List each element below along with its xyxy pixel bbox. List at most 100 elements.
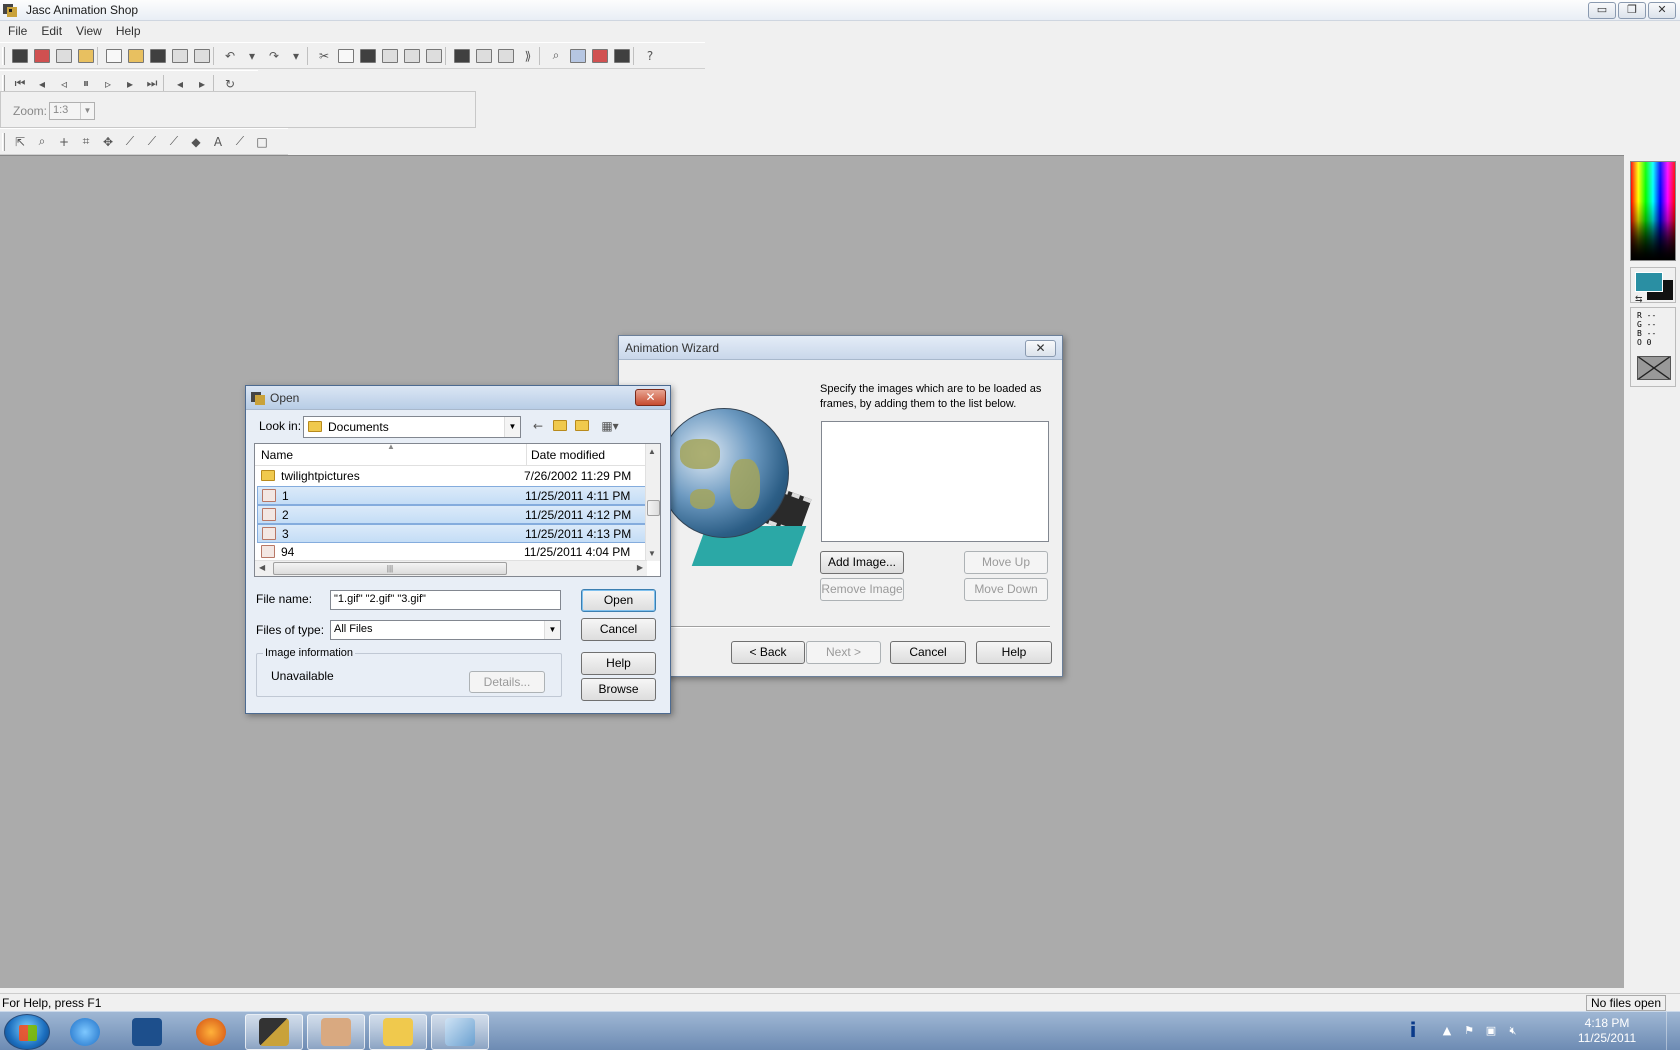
swap-colors-icon[interactable]: ⇆: [1635, 294, 1643, 305]
eraser-icon[interactable]: ⟋: [163, 131, 185, 153]
back-arrow-icon[interactable]: ←: [528, 417, 548, 435]
redo-icon[interactable]: ↷: [263, 45, 285, 67]
explorer-task[interactable]: [369, 1014, 427, 1050]
wizard-help-button[interactable]: Help: [976, 641, 1052, 664]
scroll-left-icon[interactable]: ◀: [259, 563, 265, 572]
flood-fill-icon[interactable]: ◆: [185, 131, 207, 153]
chevron-down-icon[interactable]: ▼: [504, 417, 520, 437]
browse-button[interactable]: Browse: [581, 678, 656, 701]
chevron-down-icon[interactable]: ▼: [80, 103, 94, 119]
open-file-icon[interactable]: [125, 45, 147, 67]
animation-wizard-icon[interactable]: [9, 45, 31, 67]
undo-dropdown-icon[interactable]: ▾: [241, 45, 263, 67]
show-desktop-button[interactable]: [1666, 1012, 1680, 1050]
menu-file[interactable]: File: [8, 24, 27, 38]
volume-muted-icon[interactable]: 🔇︎: [1506, 1024, 1520, 1038]
checkmark-app-task[interactable]: [118, 1014, 176, 1050]
film-strip-icon[interactable]: [611, 45, 633, 67]
duplicate-frames-icon[interactable]: [495, 45, 517, 67]
frame-counter-icon[interactable]: [567, 45, 589, 67]
file-list[interactable]: ▲ Name Date modified twilightpictures 7/…: [254, 443, 661, 577]
context-help-icon[interactable]: ?: [639, 45, 661, 67]
wizard-close-button[interactable]: ✕: [1025, 340, 1056, 357]
network-icon[interactable]: ▣: [1484, 1024, 1498, 1038]
paste-before-icon[interactable]: [401, 45, 423, 67]
new-folder-icon[interactable]: [572, 417, 592, 435]
zoom-tool-icon[interactable]: ⌕: [545, 45, 567, 67]
preview-icon[interactable]: [75, 45, 97, 67]
toolbar-grip[interactable]: [2, 132, 5, 151]
add-image-button[interactable]: Add Image...: [820, 551, 904, 574]
toolbar-grip[interactable]: [2, 74, 5, 93]
zoom-icon[interactable]: ⌕: [31, 131, 53, 153]
line-tool-icon[interactable]: ⟋: [229, 131, 251, 153]
paste-new-icon[interactable]: [379, 45, 401, 67]
remove-image-button[interactable]: Remove Image: [820, 578, 904, 601]
list-item[interactable]: 3 11/25/2011 4:13 PM: [257, 524, 647, 543]
cut-icon[interactable]: ✂: [313, 45, 335, 67]
chevron-down-icon[interactable]: ▼: [544, 621, 560, 639]
details-button[interactable]: Details...: [469, 671, 545, 693]
file-name-input[interactable]: "1.gif" "2.gif" "3.gif": [330, 590, 561, 610]
save-as-icon[interactable]: [169, 45, 191, 67]
menu-help[interactable]: Help: [116, 24, 141, 38]
firefox-task[interactable]: [182, 1014, 240, 1050]
crop-icon[interactable]: ⌗: [75, 131, 97, 153]
scroll-up-icon[interactable]: ▲: [648, 447, 656, 456]
open-cancel-button[interactable]: Cancel: [581, 618, 656, 641]
scroll-right-icon[interactable]: ▶: [637, 563, 643, 572]
move-down-button[interactable]: Move Down: [964, 578, 1048, 601]
mover-icon[interactable]: ✥: [97, 131, 119, 153]
name-column-header[interactable]: Name: [261, 448, 293, 462]
list-item[interactable]: 2 11/25/2011 4:12 PM: [257, 505, 647, 524]
undo-icon[interactable]: ↶: [219, 45, 241, 67]
list-item[interactable]: twilightpictures 7/26/2002 11:29 PM: [257, 467, 647, 486]
files-of-type-select[interactable]: All Files ▼: [330, 620, 561, 640]
scroll-down-icon[interactable]: ▼: [648, 549, 656, 558]
copy-icon[interactable]: [335, 45, 357, 67]
banner-wizard-icon[interactable]: [31, 45, 53, 67]
text-tool-icon[interactable]: A: [207, 131, 229, 153]
back-button[interactable]: < Back: [731, 641, 805, 664]
restore-button[interactable]: ❐: [1618, 2, 1646, 19]
frame-image-list[interactable]: [821, 421, 1049, 542]
date-column-header[interactable]: Date modified: [531, 448, 605, 462]
system-clock[interactable]: 4:18 PM 11/25/2011: [1572, 1016, 1642, 1046]
delete-frames-icon[interactable]: [473, 45, 495, 67]
paintbrush-icon[interactable]: ⟋: [141, 131, 163, 153]
minimize-button[interactable]: ▭: [1588, 2, 1616, 19]
optimize-icon[interactable]: [53, 45, 75, 67]
move-up-button[interactable]: Move Up: [964, 551, 1048, 574]
view-menu-icon[interactable]: ▦▾: [596, 417, 624, 435]
paste-icon[interactable]: [357, 45, 379, 67]
color-spectrum[interactable]: [1630, 161, 1676, 261]
dropper-icon[interactable]: ⟋: [119, 131, 141, 153]
foreground-color-swatch[interactable]: [1635, 272, 1663, 292]
new-file-icon[interactable]: [103, 45, 125, 67]
notepad-task[interactable]: [431, 1014, 489, 1050]
paste-after-icon[interactable]: [423, 45, 445, 67]
close-button[interactable]: ✕: [1648, 2, 1676, 19]
next-button[interactable]: Next >: [806, 641, 881, 664]
horizontal-scrollbar[interactable]: ◀ ||| ▶: [255, 560, 647, 576]
wizard-cancel-button[interactable]: Cancel: [890, 641, 966, 664]
list-item[interactable]: 1 11/25/2011 4:11 PM: [257, 486, 647, 505]
action-center-flag-icon[interactable]: ⚑: [1462, 1024, 1476, 1038]
save-frames-icon[interactable]: [191, 45, 213, 67]
transparent-color-icon[interactable]: [1637, 356, 1671, 380]
open-help-button[interactable]: Help: [581, 652, 656, 675]
save-icon[interactable]: [147, 45, 169, 67]
redo-dropdown-icon[interactable]: ▾: [285, 45, 307, 67]
up-folder-icon[interactable]: [550, 417, 570, 435]
animation-shop-task[interactable]: [245, 1014, 303, 1050]
zoom-select[interactable]: 1:3 ▼: [49, 102, 95, 120]
internet-explorer-task[interactable]: [56, 1014, 114, 1050]
transition-icon[interactable]: ⟫: [517, 45, 539, 67]
vertical-scroll-thumb[interactable]: [647, 500, 660, 516]
open-close-button[interactable]: ✕: [635, 389, 666, 406]
rectangle-tool-icon[interactable]: □: [251, 131, 273, 153]
horizontal-scroll-thumb[interactable]: |||: [273, 562, 507, 575]
start-button[interactable]: [4, 1014, 50, 1050]
info-icon[interactable]: i: [1400, 1018, 1426, 1044]
show-hidden-icons-icon[interactable]: ▲: [1440, 1024, 1454, 1038]
